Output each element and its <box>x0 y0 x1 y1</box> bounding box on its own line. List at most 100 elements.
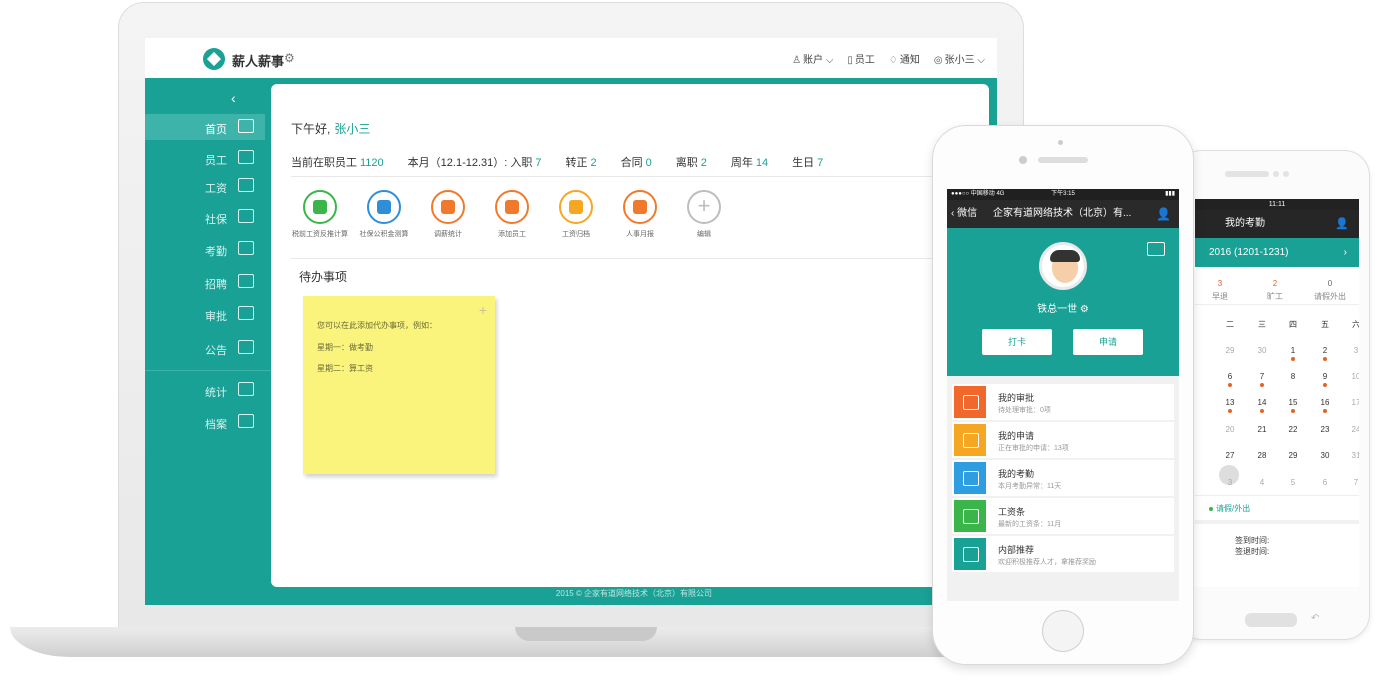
plus-icon: + <box>687 190 721 224</box>
chevron-down-icon: ⌵ <box>977 55 985 66</box>
brand-name[interactable]: 薪人薪事 <box>232 51 284 70</box>
phone-front: ●●●○○ 中国移动 4G 下午3:15 ▮▮▮ ‹ 微信 企家有道网络技术（北… <box>932 125 1194 665</box>
stat-regularization[interactable]: 转正 2 <box>566 154 597 170</box>
calendar-day[interactable]: 1 <box>1282 346 1304 361</box>
quick-action-edit[interactable]: + 编辑 <box>671 190 737 239</box>
sidebar-item-announcement[interactable]: 公告 <box>145 335 265 361</box>
calendar-day[interactable]: 6 <box>1219 372 1241 387</box>
quick-action-social-calc[interactable]: 社保公积金测算 <box>351 190 417 239</box>
quick-action-hr-report[interactable]: 人事月报 <box>607 190 673 239</box>
quick-action-salary-archive[interactable]: 工资归档 <box>543 190 609 239</box>
quick-action-label: 工资归档 <box>562 231 590 238</box>
sticky-line: 星期二：算工资 <box>317 364 373 373</box>
sidebar-item-employees[interactable]: 员工 <box>145 145 265 171</box>
calendar-day[interactable]: 13 <box>1219 398 1241 413</box>
calendar-day[interactable]: 29 <box>1282 451 1304 460</box>
stat-birthday[interactable]: 生日 7 <box>792 154 823 170</box>
sidebar-item-archive[interactable]: 档案 <box>145 409 265 435</box>
user-icon[interactable]: 👤 <box>1156 200 1171 228</box>
date-range[interactable]: 2016 (1201-1231) › <box>1195 238 1359 267</box>
sidebar-item-label: 员工 <box>205 155 227 167</box>
list-item-subtitle: 欢迎积极推荐人才，拿推荐奖励 <box>998 559 1096 566</box>
calendar-day[interactable]: 27 <box>1219 451 1241 460</box>
calendar-day[interactable]: 17 <box>1345 398 1359 407</box>
sidebar-item-attendance[interactable]: 考勤 <box>145 236 265 262</box>
user-icon[interactable]: 👤 <box>1335 210 1349 238</box>
calendar-day[interactable]: 28 <box>1251 451 1273 460</box>
calendar-day[interactable]: 20 <box>1219 425 1241 434</box>
sidebar-item-statistics[interactable]: 统计 <box>145 377 265 403</box>
calendar-day[interactable]: 9 <box>1314 372 1336 387</box>
calendar-day[interactable]: 16 <box>1314 398 1336 413</box>
quick-action-salary-calc[interactable]: 税前工资反推计算 <box>287 190 353 239</box>
list-item-apply[interactable]: 我的申请 正在审批的申请：13项 <box>952 422 1174 458</box>
calendar-day[interactable]: 30 <box>1251 346 1273 355</box>
list-item-payslip[interactable]: 工资条 最新的工资条：11月 <box>952 498 1174 534</box>
sensor-dot <box>1283 171 1289 177</box>
stat-contract[interactable]: 合同 0 <box>621 154 652 170</box>
calendar-day[interactable]: 21 <box>1251 425 1273 434</box>
top-nav: ♙ 账户 ⌵ ▯ 员工 ♢ 通知 ◎ 张小三 ⌵ <box>792 51 985 66</box>
calendar-day[interactable]: 23 <box>1314 425 1336 434</box>
laptop-notch <box>515 627 657 641</box>
home-button[interactable] <box>1245 613 1297 627</box>
sidebar-item-approval[interactable]: 审批 <box>145 301 265 327</box>
calendar-day[interactable]: 22 <box>1282 425 1304 434</box>
list-item-referral[interactable]: 内部推荐欢迎积极推荐人才，拿推荐奖励 <box>952 536 1174 572</box>
calendar-day[interactable]: 3 <box>1345 346 1359 355</box>
stat-anniversary[interactable]: 周年 14 <box>731 154 768 170</box>
calendar-day[interactable]: 6 <box>1314 478 1336 487</box>
employee-link[interactable]: ▯ 员工 <box>847 51 875 66</box>
list-item-attendance[interactable]: 我的考勤 本月考勤异常：11天 <box>952 460 1174 496</box>
calendar-day[interactable]: 14 <box>1251 398 1273 413</box>
account-menu[interactable]: ♙ 账户 ⌵ <box>792 51 833 66</box>
collapse-icon[interactable]: ‹ <box>231 90 236 106</box>
sidebar-item-salary[interactable]: 工资 <box>145 173 265 199</box>
calendar-day[interactable]: 7 <box>1345 478 1359 487</box>
back-button[interactable]: ‹ 微信 <box>951 200 977 228</box>
stat-onboarding[interactable]: 本月（12.1-12.31）: 入职 7 <box>408 154 542 170</box>
calendar-day[interactable]: 7 <box>1251 372 1273 387</box>
calendar-day[interactable]: 31 <box>1345 451 1359 460</box>
calendar-day[interactable]: 24 <box>1345 425 1359 434</box>
chevron-right-icon[interactable]: › <box>1344 238 1347 267</box>
user-menu[interactable]: ◎ 张小三 ⌵ <box>934 51 985 66</box>
apply-button[interactable]: 申请 <box>1073 329 1143 355</box>
home-button[interactable] <box>1042 610 1084 652</box>
calendar-day[interactable]: 8 <box>1282 372 1304 381</box>
notification-link[interactable]: ♢ 通知 <box>889 51 920 66</box>
quick-action-add-employee[interactable]: 添加员工 <box>479 190 545 239</box>
punch-button[interactable]: 打卡 <box>982 329 1052 355</box>
summary-absent[interactable]: 2 旷工 <box>1250 279 1300 302</box>
calendar-day[interactable]: 2 <box>1314 346 1336 361</box>
status-bar: ●●●○○ 中国移动 4G 下午3:15 ▮▮▮ <box>947 189 1179 200</box>
gear-icon[interactable]: ⚙ <box>284 51 295 65</box>
calendar-day[interactable]: 4 <box>1251 478 1273 487</box>
calendar-day[interactable]: 15 <box>1282 398 1304 413</box>
add-icon[interactable]: + <box>479 302 487 318</box>
summary-early-leave[interactable]: 3 早退 <box>1195 279 1245 302</box>
calendar-day[interactable]: 10 <box>1345 372 1359 381</box>
summary-leave[interactable]: 0 请假外出 <box>1305 279 1355 302</box>
back-icon[interactable]: ↶ <box>1311 613 1319 624</box>
brand-logo-icon[interactable] <box>203 48 225 70</box>
stat-label: 当前在职员工 <box>291 157 357 169</box>
quick-action-label: 调薪统计 <box>434 231 462 238</box>
list-item-approval[interactable]: 我的审批 待处理审批：0项 <box>952 384 1174 420</box>
sticky-note[interactable]: + 您可以在此添加代办事项，例如： 星期一：做考勤 星期二：算工资 <box>303 296 495 474</box>
stat-active-employees[interactable]: 当前在职员工 1120 <box>291 154 384 170</box>
avatar[interactable] <box>1039 242 1087 290</box>
calendar-day[interactable]: 30 <box>1314 451 1336 460</box>
greeting-name[interactable]: 张小三 <box>334 122 370 136</box>
calendar-day[interactable]: 29 <box>1219 346 1241 355</box>
calendar-day[interactable]: 5 <box>1282 478 1304 487</box>
sidebar-item-social-security[interactable]: 社保 <box>145 204 265 230</box>
sidebar-item-recruiting[interactable]: 招聘 <box>145 269 265 295</box>
calendar-day[interactable]: 3 <box>1219 478 1241 487</box>
sidebar-item-label: 社保 <box>205 214 227 226</box>
sidebar-item-home[interactable]: 首页 <box>145 114 265 140</box>
stat-resignation[interactable]: 离职 2 <box>676 154 707 170</box>
quick-action-raise-stats[interactable]: 调薪统计 <box>415 190 481 239</box>
message-icon[interactable] <box>1147 242 1165 256</box>
list-item-title: 内部推荐 <box>998 545 1035 555</box>
